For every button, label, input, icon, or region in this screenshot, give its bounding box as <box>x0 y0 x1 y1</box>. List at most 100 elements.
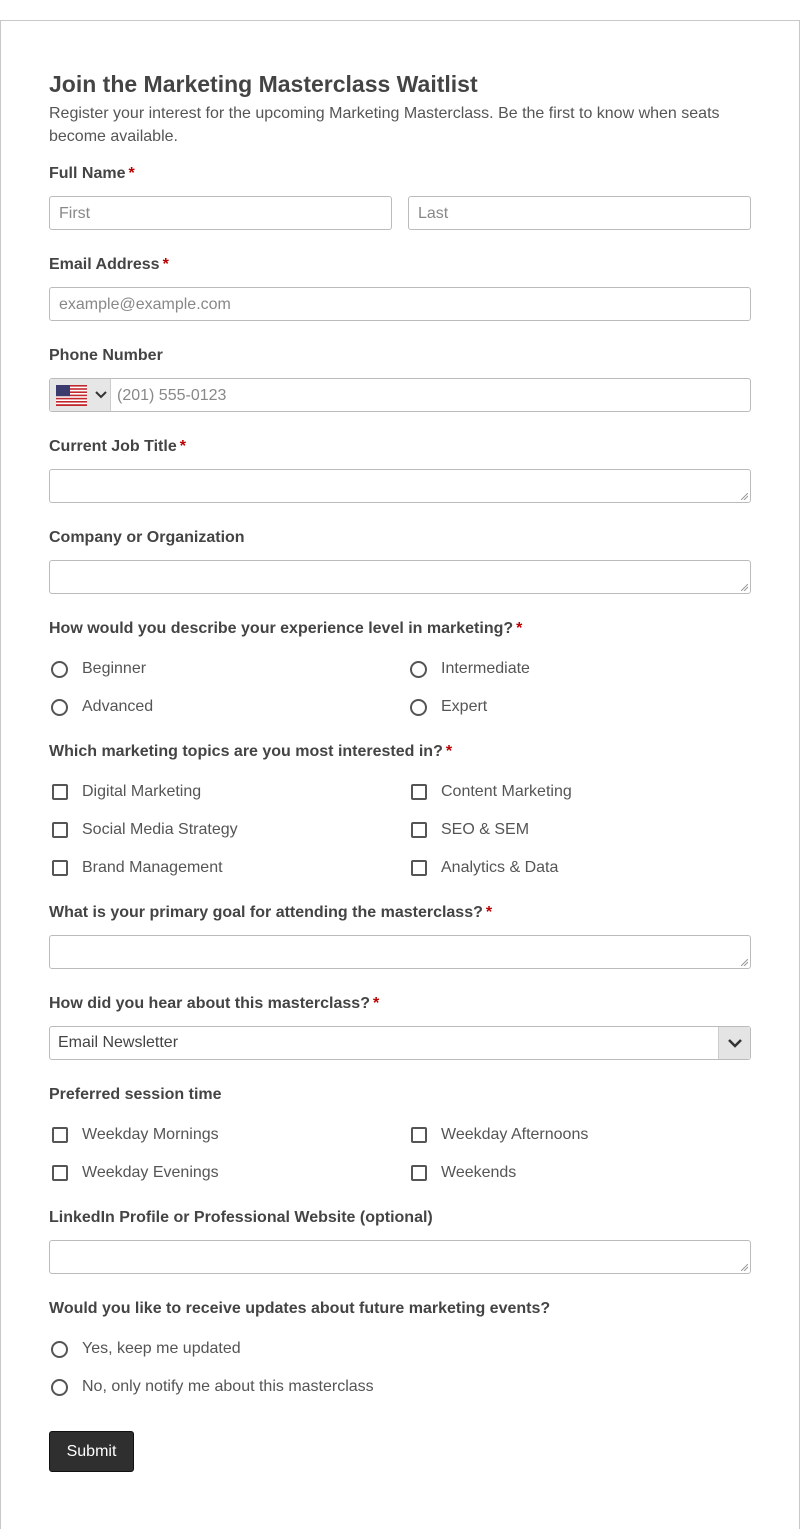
required-mark: * <box>162 256 169 273</box>
radio-button[interactable] <box>410 660 427 678</box>
linkedin-label-text: LinkedIn Profile or Professional Website… <box>49 1209 433 1226</box>
company-label: Company or Organization <box>49 529 245 547</box>
phone-placeholder: (201) 555-0123 <box>117 387 227 404</box>
required-mark: * <box>128 165 135 182</box>
email-label: Email Address * <box>49 256 169 274</box>
form-description: Register your interest for the upcoming … <box>49 105 720 145</box>
session-label-text: Preferred session time <box>49 1086 222 1103</box>
submit-button[interactable]: Submit <box>49 1431 134 1472</box>
first-name-placeholder: First <box>59 205 91 222</box>
radio-button[interactable] <box>51 660 68 678</box>
goal-label: What is your primary goal for attending … <box>49 904 492 922</box>
full-name-label-text: Full Name <box>49 165 126 182</box>
checkbox-option-digital-marketing[interactable]: Digital Marketing <box>49 783 201 801</box>
checkbox-option-seo-sem[interactable]: SEO & SEM <box>408 821 529 839</box>
checkbox-option-content-marketing[interactable]: Content Marketing <box>408 783 572 801</box>
phone-label: Phone Number <box>49 347 163 365</box>
email-placeholder: example@example.com <box>59 296 231 313</box>
us-flag-icon <box>56 385 87 406</box>
checkbox[interactable] <box>52 822 68 838</box>
checkbox-option-weekday-afternoons[interactable]: Weekday Afternoons <box>408 1126 588 1144</box>
option-label: Weekends <box>441 1164 517 1181</box>
checkbox[interactable] <box>411 1127 427 1143</box>
option-label: SEO & SEM <box>441 821 530 838</box>
job-title-label: Current Job Title * <box>49 438 186 456</box>
radio-button[interactable] <box>410 698 427 716</box>
linkedin-label: LinkedIn Profile or Professional Website… <box>49 1209 433 1227</box>
phone-label-text: Phone Number <box>49 347 163 364</box>
checkbox[interactable] <box>411 784 427 800</box>
experience-label: How would you describe your experience l… <box>49 620 522 638</box>
goal-label-text: What is your primary goal for attending … <box>49 904 483 921</box>
company-label-text: Company or Organization <box>49 529 245 546</box>
updates-label-text: Would you like to receive updates about … <box>49 1300 551 1317</box>
last-name-placeholder: Last <box>418 205 449 222</box>
source-select[interactable]: Email Newsletter <box>49 1026 751 1060</box>
radio-option-expert[interactable]: Expert <box>408 698 487 716</box>
radio-button[interactable] <box>51 1378 68 1396</box>
resize-grip-icon[interactable] <box>741 493 748 500</box>
resize-grip-icon[interactable] <box>741 584 748 591</box>
company-textarea[interactable] <box>49 560 751 594</box>
select-toggle[interactable] <box>718 1027 750 1059</box>
checkbox-option-weekday-evenings[interactable]: Weekday Evenings <box>49 1164 219 1182</box>
checkbox-option-social-media[interactable]: Social Media Strategy <box>49 821 238 839</box>
linkedin-textarea[interactable] <box>49 1240 751 1274</box>
country-selector[interactable] <box>50 379 111 411</box>
option-label: Yes, keep me updated <box>82 1340 241 1357</box>
checkbox[interactable] <box>52 860 68 876</box>
option-label: Weekday Mornings <box>82 1126 219 1143</box>
option-label: Weekday Evenings <box>82 1164 219 1181</box>
last-name-input[interactable]: Last <box>408 196 751 230</box>
checkbox[interactable] <box>52 784 68 800</box>
checkbox[interactable] <box>411 860 427 876</box>
checkbox-option-weekends[interactable]: Weekends <box>408 1164 516 1182</box>
required-mark: * <box>445 743 453 760</box>
option-label: No, only notify me about this masterclas… <box>82 1378 374 1395</box>
radio-button[interactable] <box>51 698 68 716</box>
updates-label: Would you like to receive updates about … <box>49 1300 550 1318</box>
first-name-input[interactable]: First <box>49 196 392 230</box>
topics-label-text: Which marketing topics are you most inte… <box>49 743 443 760</box>
option-label: Social Media Strategy <box>82 821 238 838</box>
option-label: Digital Marketing <box>82 783 202 800</box>
source-selected-value: Email Newsletter <box>58 1034 179 1051</box>
checkbox-option-weekday-mornings[interactable]: Weekday Mornings <box>49 1126 219 1144</box>
checkbox[interactable] <box>52 1165 68 1181</box>
radio-option-intermediate[interactable]: Intermediate <box>408 660 530 678</box>
required-mark: * <box>485 904 493 921</box>
session-label: Preferred session time <box>49 1086 222 1104</box>
topics-label: Which marketing topics are you most inte… <box>49 743 452 761</box>
required-mark: * <box>516 620 523 637</box>
radio-option-no-updates[interactable]: No, only notify me about this masterclas… <box>49 1378 374 1396</box>
required-mark: * <box>179 438 186 455</box>
option-label: Analytics & Data <box>441 859 559 876</box>
checkbox[interactable] <box>411 822 427 838</box>
required-mark: * <box>372 995 380 1012</box>
goal-textarea[interactable] <box>49 935 751 969</box>
option-label: Advanced <box>82 698 154 715</box>
source-label-text: How did you hear about this masterclass? <box>49 995 370 1012</box>
chevron-down-icon <box>728 1039 742 1048</box>
checkbox[interactable] <box>411 1165 427 1181</box>
resize-grip-icon[interactable] <box>741 1264 748 1271</box>
job-title-label-text: Current Job Title <box>49 438 177 455</box>
checkbox[interactable] <box>52 1127 68 1143</box>
chevron-down-icon <box>95 391 107 399</box>
source-label: How did you hear about this masterclass?… <box>49 995 379 1013</box>
full-name-label: Full Name * <box>49 165 135 183</box>
radio-button[interactable] <box>51 1340 68 1358</box>
radio-option-advanced[interactable]: Advanced <box>49 698 153 716</box>
checkbox-option-brand-management[interactable]: Brand Management <box>49 859 223 877</box>
radio-option-beginner[interactable]: Beginner <box>49 660 146 678</box>
option-label: Weekday Afternoons <box>441 1126 589 1143</box>
resize-grip-icon[interactable] <box>741 959 748 966</box>
option-label: Intermediate <box>441 660 530 677</box>
option-label: Brand Management <box>82 859 223 876</box>
option-label: Expert <box>441 698 488 715</box>
job-title-textarea[interactable] <box>49 469 751 503</box>
radio-option-yes-updates[interactable]: Yes, keep me updated <box>49 1340 241 1358</box>
email-input[interactable]: example@example.com <box>49 287 751 321</box>
checkbox-option-analytics[interactable]: Analytics & Data <box>408 859 558 877</box>
phone-input[interactable]: (201) 555-0123 <box>49 378 751 412</box>
